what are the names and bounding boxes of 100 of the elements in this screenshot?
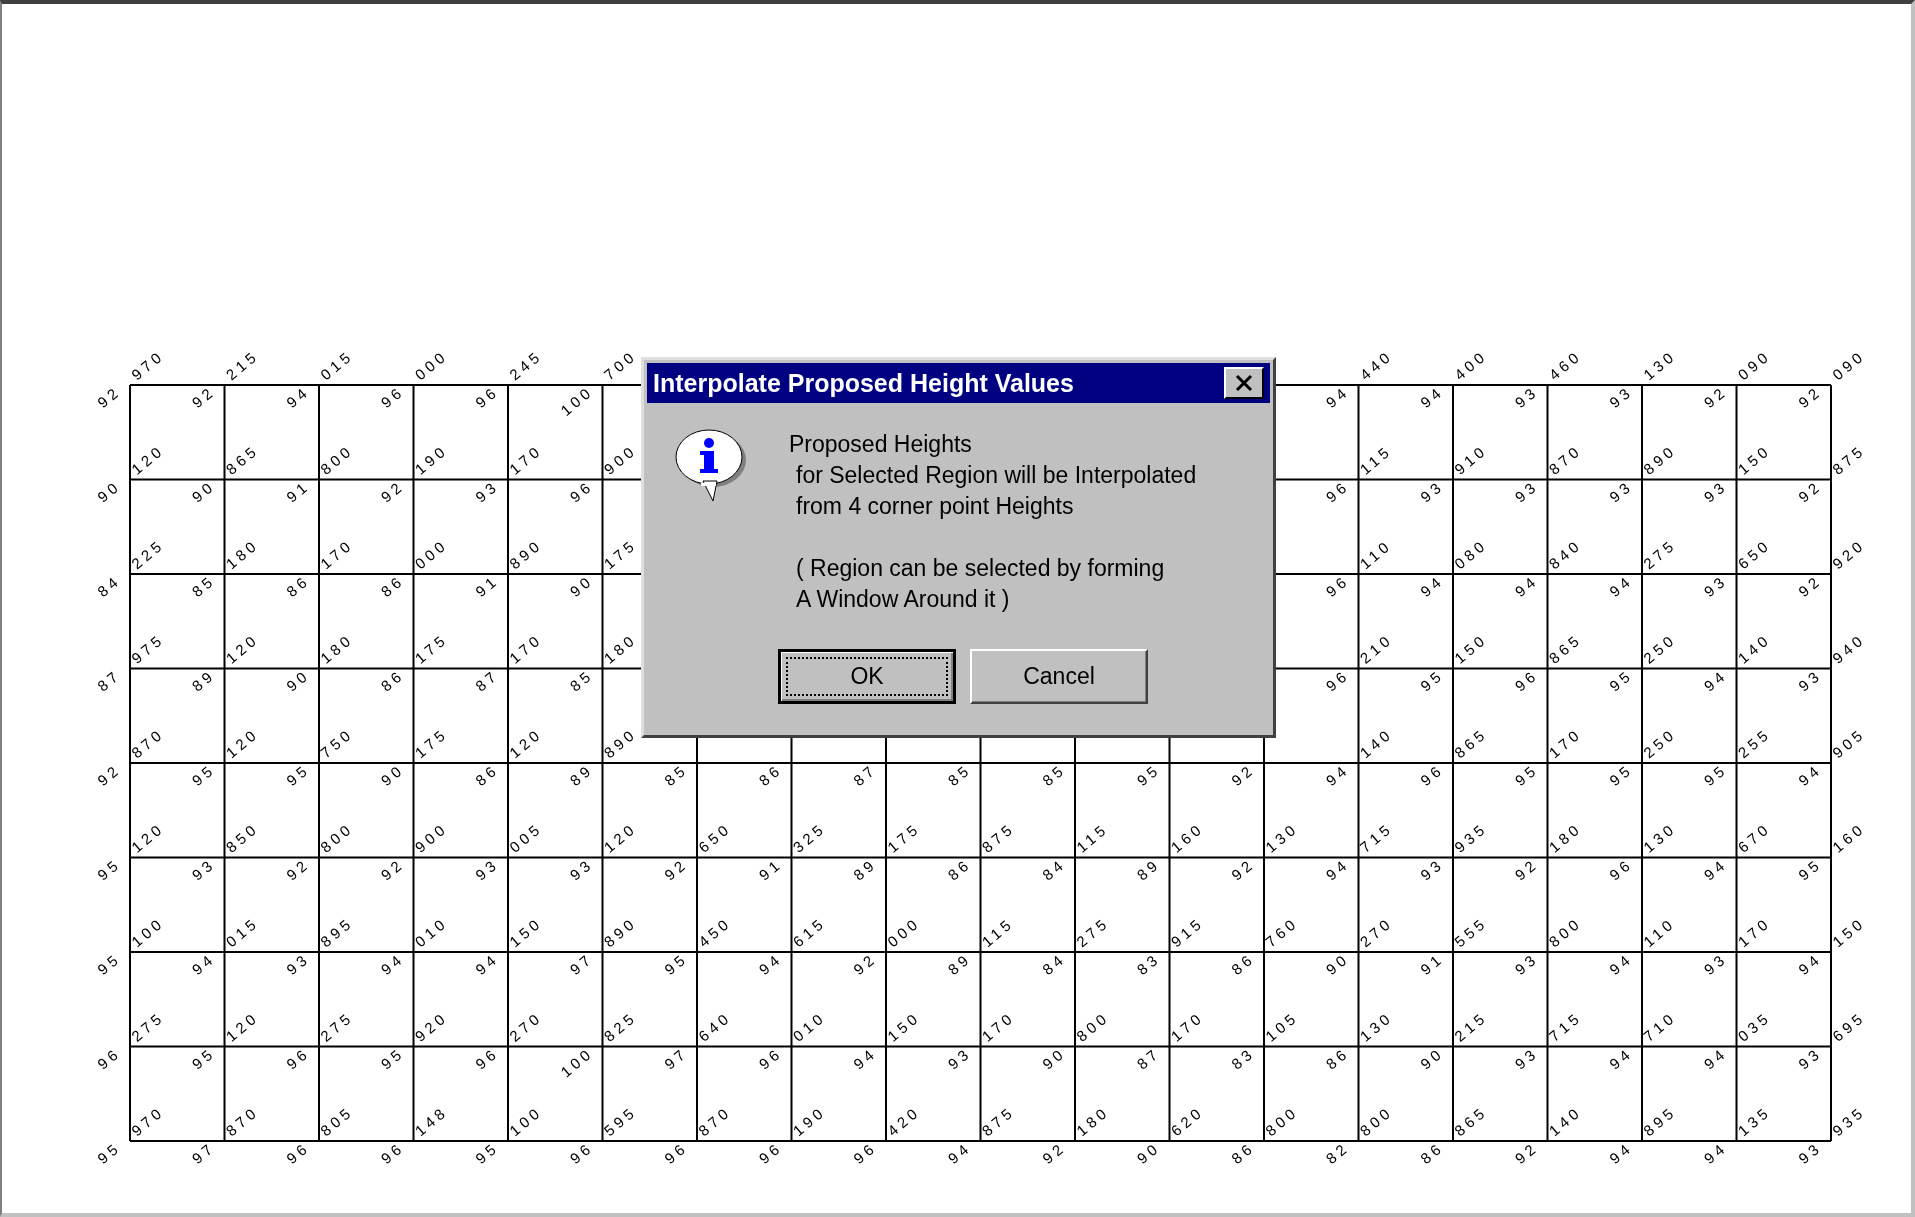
height-whole-number: 93 (283, 949, 313, 979)
height-whole-number: 86 (944, 854, 975, 884)
height-whole-number: 92 (1795, 476, 1825, 506)
height-whole-number: 85 (661, 760, 691, 790)
height-whole-number: 92 (1228, 760, 1258, 790)
height-whole-number: 86 (1228, 949, 1258, 979)
height-whole-number: 93 (472, 854, 502, 884)
height-whole-number: 96 (850, 1138, 880, 1168)
height-whole-number: 87 (94, 665, 124, 695)
height-whole-number: 95 (283, 760, 313, 790)
height-whole-number: 90 (1133, 1138, 1164, 1168)
height-whole-number: 92 (188, 382, 219, 412)
height-whole-number: 86 (1322, 1043, 1353, 1073)
height-whole-number: 86 (1228, 1138, 1258, 1168)
height-whole-number: 96 (94, 1043, 124, 1073)
height-whole-number: 94 (1606, 1138, 1636, 1168)
height-whole-number: 93 (1795, 665, 1825, 695)
height-whole-number: 96 (1511, 665, 1542, 695)
height-whole-number: 85 (944, 760, 975, 790)
height-whole-number: 92 (1511, 1138, 1542, 1168)
height-whole-number: 85 (188, 571, 219, 601)
height-whole-number: 96 (566, 476, 597, 506)
cancel-button[interactable]: Cancel (970, 649, 1148, 704)
message-text: Proposed Heights for Selected Region will be Interpolated from 4 corner point Heights (789, 430, 1197, 521)
height-whole-number: 93 (1700, 571, 1731, 601)
height-whole-number: 94 (1700, 1043, 1731, 1073)
height-whole-number: 95 (94, 949, 124, 979)
height-whole-number: 93 (1606, 382, 1636, 412)
height-whole-number: 92 (850, 949, 880, 979)
height-whole-number: 94 (1417, 571, 1447, 601)
height-whole-number: 90 (377, 760, 408, 790)
height-whole-number: 93 (1511, 1043, 1542, 1073)
height-whole-number: 93 (1417, 854, 1447, 884)
height-whole-number: 94 (377, 949, 408, 979)
height-whole-number: 94 (1322, 854, 1353, 884)
height-whole-number: 85 (1039, 760, 1069, 790)
height-whole-number: 94 (1511, 571, 1542, 601)
height-whole-number: 95 (188, 1043, 219, 1073)
height-whole-number: 90 (566, 571, 597, 601)
height-whole-number: 89 (566, 760, 597, 790)
height-whole-number: 90 (1322, 949, 1353, 979)
height-whole-number: 92 (1039, 1138, 1069, 1168)
height-whole-number: 96 (1322, 665, 1353, 695)
height-whole-number: 93 (1700, 949, 1731, 979)
height-whole-number: 89 (1133, 854, 1164, 884)
height-whole-number: 84 (94, 571, 124, 601)
height-whole-number: 92 (1228, 854, 1258, 884)
height-whole-number: 91 (472, 571, 502, 601)
height-whole-number: 94 (1795, 949, 1825, 979)
height-whole-number: 96 (472, 1043, 502, 1073)
height-whole-number: 93 (1511, 949, 1542, 979)
height-whole-number: 94 (1700, 1138, 1731, 1168)
height-whole-number: 95 (94, 1138, 124, 1168)
height-whole-number: 92 (1700, 382, 1731, 412)
height-whole-number: 92 (283, 854, 313, 884)
height-whole-number: 95 (94, 854, 124, 884)
height-whole-number: 94 (1606, 1043, 1636, 1073)
height-whole-number: 93 (566, 854, 597, 884)
close-icon (1234, 374, 1254, 392)
height-whole-number: 90 (188, 476, 219, 506)
height-whole-number: 91 (1417, 949, 1447, 979)
ok-button[interactable]: OK (778, 649, 956, 704)
height-whole-number: 94 (283, 382, 313, 412)
close-button[interactable] (1224, 367, 1264, 399)
height-whole-number: 94 (755, 949, 786, 979)
height-whole-number: 96 (472, 382, 502, 412)
height-whole-number: 95 (661, 949, 691, 979)
height-whole-number: 84 (1039, 949, 1069, 979)
height-whole-number: 92 (94, 760, 124, 790)
message-text: ( Region can be selected by forming A Window Around it ) (795, 554, 1166, 614)
height-whole-number: 87 (850, 760, 880, 790)
height-whole-number: 90 (1417, 1043, 1447, 1073)
height-whole-number: 94 (472, 949, 502, 979)
height-whole-number: 95 (1606, 760, 1636, 790)
height-whole-number: 95 (472, 1138, 502, 1168)
height-whole-number: 86 (377, 665, 408, 695)
height-whole-number: 92 (377, 476, 408, 506)
height-whole-number: 89 (944, 949, 975, 979)
height-whole-number: 96 (377, 1138, 408, 1168)
height-whole-number: 83 (1133, 949, 1164, 979)
height-whole-number: 94 (1417, 382, 1447, 412)
height-whole-number: 86 (377, 571, 408, 601)
height-whole-number: 94 (1795, 760, 1825, 790)
height-whole-number: 96 (1417, 760, 1447, 790)
height-whole-number: 94 (1322, 760, 1353, 790)
height-whole-number: 97 (566, 949, 597, 979)
height-whole-number: 93 (1511, 476, 1542, 506)
height-whole-number: 86 (1417, 1138, 1447, 1168)
height-whole-number: 86 (755, 760, 786, 790)
height-whole-number: 94 (1322, 382, 1353, 412)
height-whole-number: 96 (377, 382, 408, 412)
height-whole-number: 92 (377, 854, 408, 884)
info-icon (673, 429, 749, 503)
height-whole-number: 92 (94, 382, 124, 412)
height-whole-number: 95 (1795, 854, 1825, 884)
height-whole-number: 90 (1039, 1043, 1069, 1073)
height-whole-number: 95 (1606, 665, 1636, 695)
height-whole-number: 96 (661, 1138, 691, 1168)
height-whole-number: 90 (94, 476, 124, 506)
height-whole-number: 92 (1795, 571, 1825, 601)
